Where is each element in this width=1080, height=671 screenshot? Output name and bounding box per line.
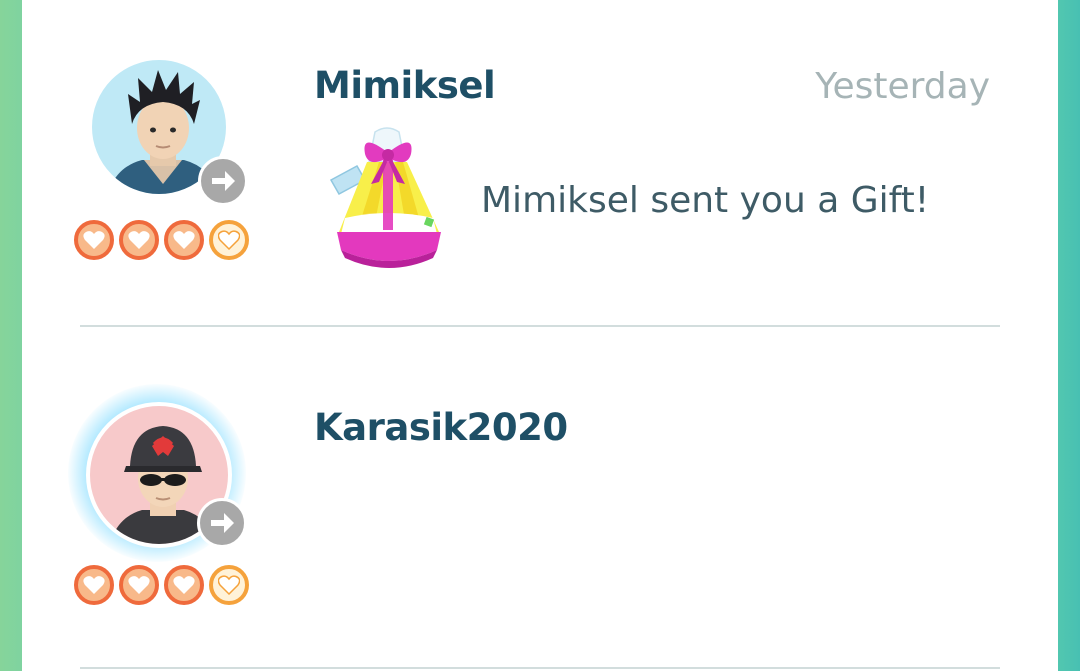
gift-icon[interactable]: [327, 122, 447, 274]
friend-avatar[interactable]: [88, 56, 248, 206]
friend-row[interactable]: Karasik2020: [22, 328, 1058, 671]
heart-outline-icon: [209, 220, 249, 260]
friend-activity-panel: Mimiksel Yesterday Mimiksel sent you a G…: [22, 0, 1058, 671]
friendship-level-hearts: [74, 220, 249, 260]
gift-message: Mimiksel sent you a Gift!: [481, 180, 930, 221]
row-divider: [80, 667, 1000, 669]
friend-row[interactable]: Mimiksel Yesterday Mimiksel sent you a G…: [22, 0, 1058, 327]
row-divider: [80, 325, 1000, 327]
friend-avatar[interactable]: [68, 384, 247, 562]
heart-icon: [164, 565, 204, 605]
timestamp: Yesterday: [815, 66, 990, 107]
arrow-right-icon[interactable]: [197, 498, 247, 548]
heart-icon: [74, 220, 114, 260]
heart-outline-icon: [209, 565, 249, 605]
friend-name[interactable]: Karasik2020: [314, 406, 568, 449]
heart-icon: [119, 565, 159, 605]
arrow-right-icon[interactable]: [198, 156, 248, 206]
heart-icon: [119, 220, 159, 260]
friendship-level-hearts: [74, 565, 249, 605]
heart-icon: [164, 220, 204, 260]
friend-name[interactable]: Mimiksel: [314, 64, 496, 107]
heart-icon: [74, 565, 114, 605]
